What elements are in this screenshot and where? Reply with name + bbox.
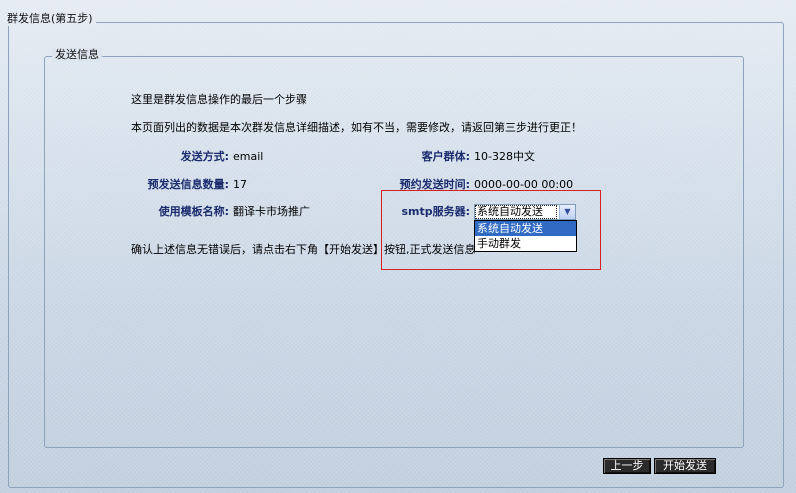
- expected-count-value: 17: [233, 178, 247, 191]
- template-name-value: 翻译卡市场推广: [233, 205, 310, 218]
- confirm-text: 确认上述信息无错误后，请点击右下角【开始发送】按钮,正式发送信息: [131, 243, 476, 256]
- chevron-down-icon[interactable]: ▼: [559, 205, 575, 219]
- send-method-value: email: [233, 150, 264, 163]
- send-method-label: 发送方式:: [180, 150, 229, 163]
- expected-count-label: 预发送信息数量:: [147, 178, 229, 191]
- smtp-server-label: smtp服务器:: [401, 205, 470, 218]
- instruction-text: 本页面列出的数据是本次群发信息详细描述，如有不当，需要修改，请返回第三步进行更正…: [131, 121, 582, 134]
- intro-text: 这里是群发信息操作的最后一个步骤: [131, 93, 307, 106]
- smtp-dropdown-list: 系统自动发送 手动群发: [474, 220, 577, 252]
- customer-group-value: 10-328中文: [474, 150, 535, 163]
- customer-group-label: 客户群体:: [421, 150, 470, 163]
- smtp-option-manual[interactable]: 手动群发: [475, 236, 576, 251]
- prev-step-button[interactable]: 上一步: [603, 458, 651, 474]
- send-info-legend: 发送信息: [52, 48, 102, 62]
- step-five-legend: 群发信息(第五步): [4, 12, 96, 26]
- template-name-label: 使用模板名称:: [158, 205, 229, 218]
- smtp-server-select[interactable]: 系统自动发送 ▼: [474, 204, 576, 220]
- start-send-button[interactable]: 开始发送: [654, 458, 716, 474]
- smtp-selected-value: 系统自动发送: [475, 205, 557, 219]
- smtp-option-auto[interactable]: 系统自动发送: [475, 221, 576, 236]
